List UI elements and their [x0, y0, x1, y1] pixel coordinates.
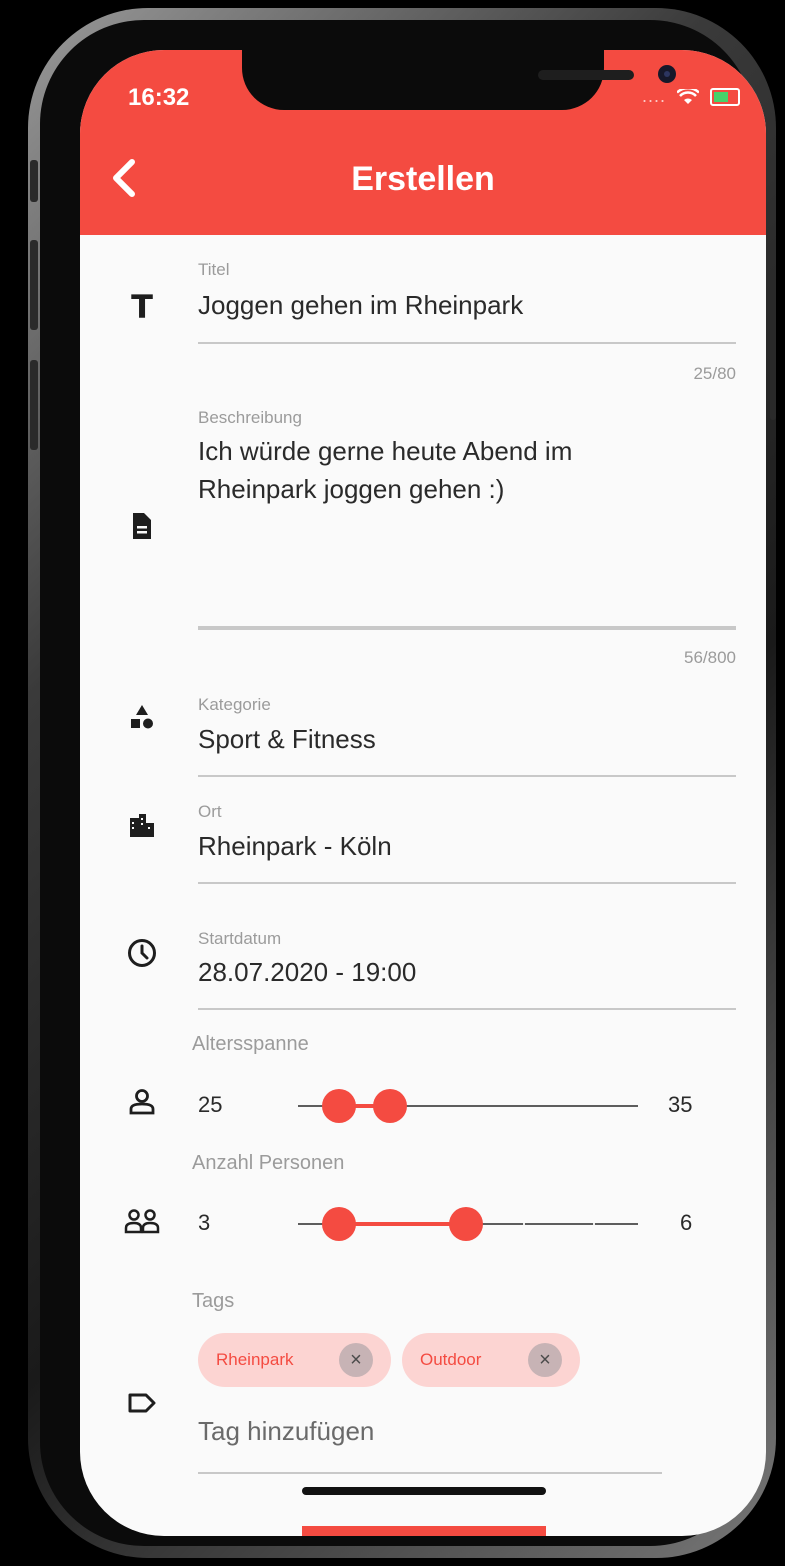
wifi-icon	[676, 87, 700, 105]
location-underline	[198, 882, 736, 884]
city-icon	[120, 812, 164, 846]
clock-icon	[120, 938, 164, 976]
page-title: Erstellen	[351, 160, 495, 198]
title-input-underline	[198, 342, 736, 344]
persons-slider-tick	[523, 1223, 525, 1225]
power-button	[770, 280, 776, 420]
speaker-grille	[538, 70, 634, 80]
tag-icon	[120, 1388, 164, 1422]
mute-switch	[30, 160, 38, 202]
volume-down-button	[30, 360, 38, 450]
description-input-underline	[198, 626, 736, 630]
close-icon[interactable]: ×	[528, 1343, 562, 1377]
battery-icon	[710, 88, 740, 107]
title-input[interactable]: Joggen gehen im Rheinpark	[198, 286, 523, 324]
persons-slider-min-thumb[interactable]	[322, 1207, 356, 1241]
status-icons: ....	[642, 86, 740, 107]
tag-chip-label: Outdoor	[420, 1350, 482, 1369]
add-tag-input[interactable]: Tag hinzufügen	[198, 1412, 374, 1450]
age-range-slider[interactable]	[298, 1086, 638, 1126]
description-input-line-2[interactable]: Rheinpark joggen gehen :)	[198, 470, 504, 508]
start-date-underline	[198, 1008, 736, 1010]
age-slider-min-thumb[interactable]	[322, 1089, 356, 1123]
age-slider-max-thumb[interactable]	[373, 1089, 407, 1123]
location-field-label: Ort	[198, 802, 222, 821]
category-select[interactable]: Sport & Fitness	[198, 720, 376, 758]
description-input-line-1[interactable]: Ich würde gerne heute Abend im	[198, 432, 572, 470]
signal-dots: ....	[641, 86, 666, 106]
persons-max-value: 6	[680, 1210, 693, 1235]
people-icon	[120, 1208, 164, 1242]
title-field-label: Titel	[198, 260, 230, 279]
category-underline	[198, 775, 736, 777]
persons-slider-max-thumb[interactable]	[449, 1207, 483, 1241]
category-shapes-icon	[120, 704, 164, 738]
persons-slider-tick	[593, 1223, 595, 1225]
title-char-counter: 25/80	[693, 364, 736, 383]
age-range-label: Altersspanne	[192, 1033, 309, 1055]
start-date-field-label: Startdatum	[198, 929, 282, 948]
persons-slider[interactable]	[298, 1204, 638, 1244]
bottom-accent-bar	[302, 1526, 546, 1536]
app-screen: 16:32 .... Erstellen T Titel Joggen gehe…	[80, 50, 766, 1536]
close-icon[interactable]: ×	[339, 1343, 373, 1377]
persons-slider-active-track	[338, 1222, 466, 1226]
tag-chip-outdoor[interactable]: Outdoor ×	[402, 1333, 580, 1387]
location-input[interactable]: Rheinpark - Köln	[198, 827, 392, 865]
front-camera	[658, 65, 676, 83]
volume-up-button	[30, 240, 38, 330]
tags-label: Tags	[192, 1290, 235, 1312]
text-icon: T	[131, 288, 153, 326]
description-char-counter: 56/800	[684, 648, 736, 667]
document-icon	[120, 512, 164, 548]
status-time: 16:32	[128, 84, 190, 111]
age-min-value: 25	[198, 1092, 223, 1117]
age-max-value: 35	[668, 1092, 693, 1117]
person-icon	[120, 1088, 164, 1124]
category-field-label: Kategorie	[198, 695, 271, 714]
add-tag-underline	[198, 1472, 662, 1474]
tag-chip-rheinpark[interactable]: Rheinpark ×	[198, 1333, 391, 1387]
home-indicator[interactable]	[302, 1487, 546, 1495]
notch	[242, 50, 676, 110]
description-field-label: Beschreibung	[198, 408, 302, 427]
persons-label: Anzahl Personen	[192, 1152, 345, 1174]
persons-min-value: 3	[198, 1210, 211, 1235]
tag-chip-label: Rheinpark	[216, 1350, 294, 1369]
start-date-input[interactable]: 28.07.2020 - 19:00	[198, 953, 416, 991]
